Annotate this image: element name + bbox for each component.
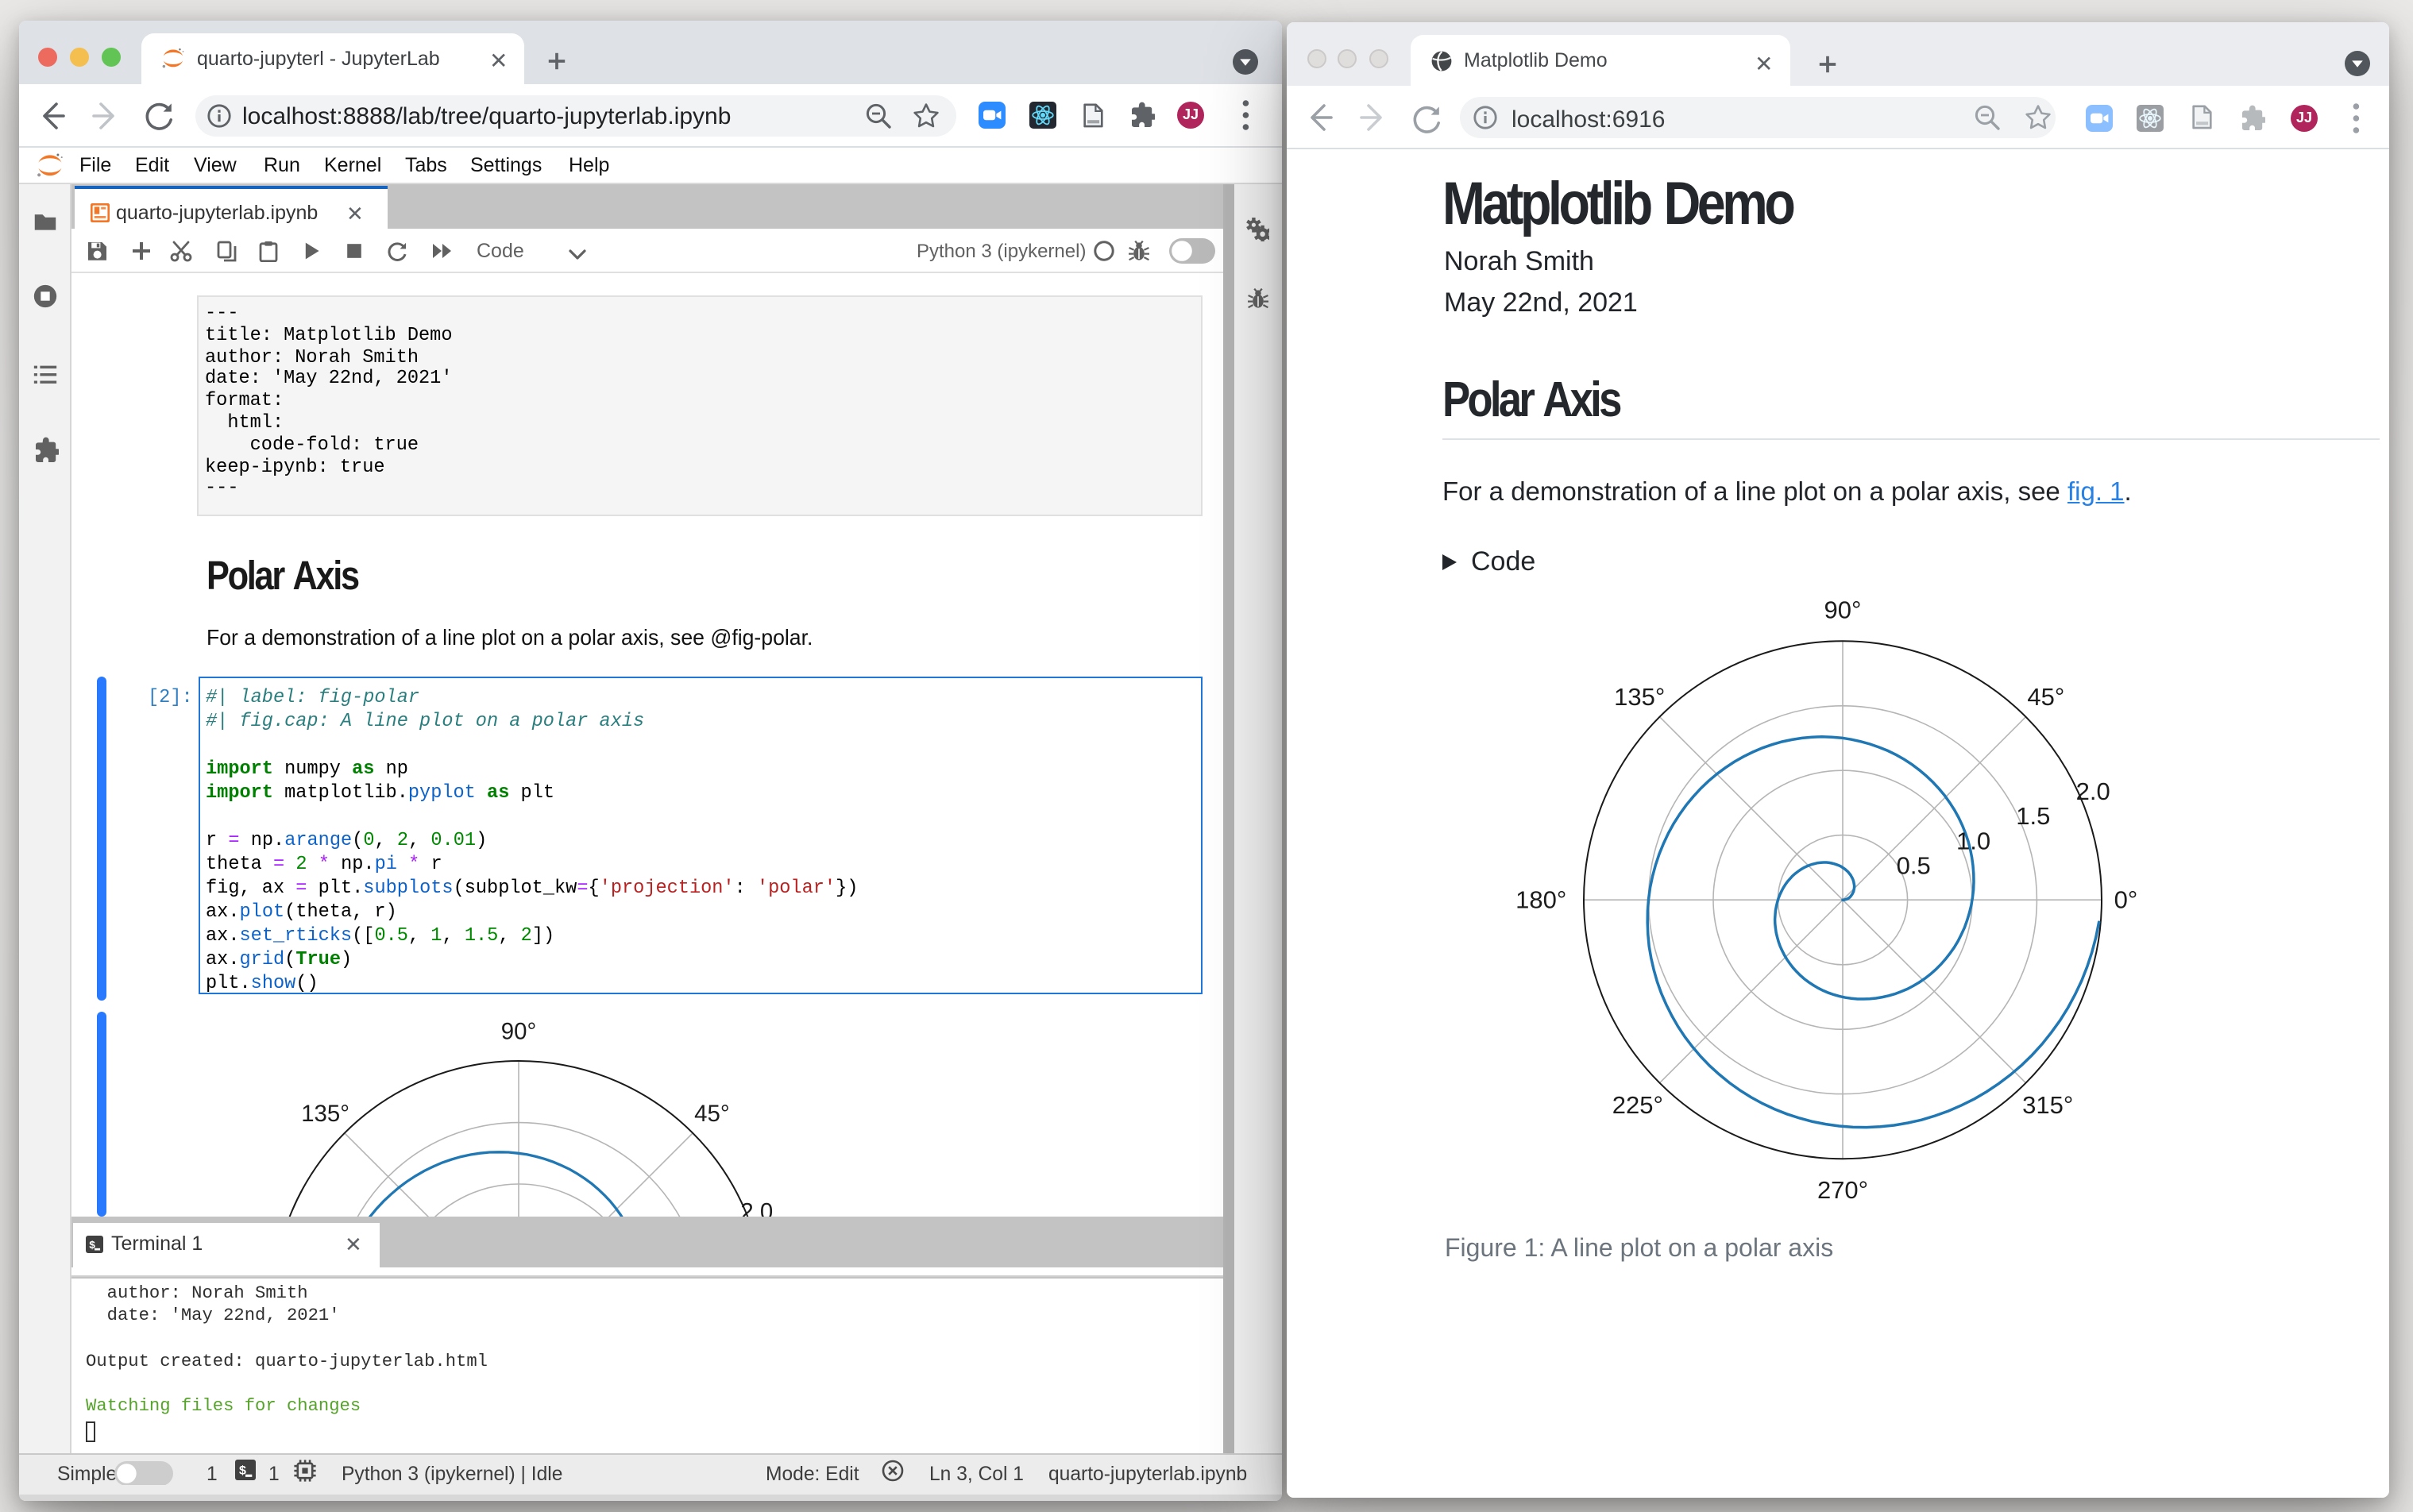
svg-text:$: $ — [88, 1240, 95, 1252]
svg-text:90°: 90° — [1824, 596, 1861, 624]
svg-text:135°: 135° — [1613, 683, 1664, 711]
svg-text:0°: 0° — [2114, 886, 2137, 914]
svg-text:1.0: 1.0 — [1955, 827, 1990, 854]
svg-text:270°: 270° — [1817, 1176, 1867, 1204]
svg-text:1.5: 1.5 — [2015, 802, 2049, 830]
svg-text:2.0: 2.0 — [2075, 777, 2110, 805]
svg-text:225°: 225° — [1612, 1091, 1662, 1119]
svg-text:45°: 45° — [2026, 683, 2064, 711]
svg-text:0.5: 0.5 — [1896, 852, 1930, 880]
svg-text:180°: 180° — [1515, 886, 1566, 914]
svg-text:315°: 315° — [2021, 1091, 2072, 1119]
